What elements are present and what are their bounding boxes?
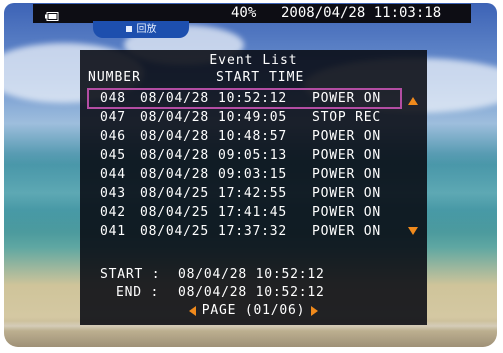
event-row[interactable]: 045 08/04/28 09:05:13 POWER ON — [80, 146, 427, 165]
event-type: POWER ON — [312, 129, 382, 144]
end-value: 08/04/28 10:52:12 — [178, 285, 325, 300]
event-type: POWER ON — [312, 224, 382, 239]
event-type: POWER ON — [312, 186, 382, 201]
event-time: 09:03:15 — [218, 167, 288, 182]
event-number: 046 — [100, 129, 126, 144]
mode-label: 回放 — [136, 24, 157, 35]
playback-mode-chip[interactable]: 回放 — [93, 21, 189, 38]
triangle-left-icon[interactable] — [188, 305, 196, 316]
event-number: 044 — [100, 167, 126, 182]
event-time: 10:52:12 — [218, 91, 288, 106]
event-date: 08/04/28 — [140, 129, 210, 144]
column-header-number: NUMBER — [88, 70, 141, 85]
page-label: PAGE (01/06) — [201, 303, 306, 318]
event-number: 047 — [100, 110, 126, 125]
event-number: 043 — [100, 186, 126, 201]
event-date: 08/04/28 — [140, 91, 210, 106]
event-row[interactable]: 043 08/04/25 17:42:55 POWER ON — [80, 184, 427, 203]
start-label: START : — [100, 267, 161, 282]
page-indicator: PAGE (01/06) — [80, 303, 427, 318]
triangle-up-icon[interactable] — [408, 97, 418, 105]
event-time: 09:05:13 — [218, 148, 288, 163]
event-date: 08/04/25 — [140, 186, 210, 201]
battery-level: 40% — [231, 5, 257, 21]
event-date: 08/04/25 — [140, 205, 210, 220]
event-number: 041 — [100, 224, 126, 239]
event-type: POWER ON — [312, 205, 382, 220]
event-type: POWER ON — [312, 148, 382, 163]
event-time: 17:37:32 — [218, 224, 288, 239]
event-number: 048 — [100, 91, 126, 106]
panel-title: Event List — [209, 53, 298, 68]
event-row[interactable]: 047 08/04/28 10:49:05 STOP REC — [80, 108, 427, 127]
event-date: 08/04/28 — [140, 110, 210, 125]
battery-icon — [45, 8, 59, 27]
event-date: 08/04/28 — [140, 148, 210, 163]
event-number: 045 — [100, 148, 126, 163]
event-type: STOP REC — [312, 110, 382, 125]
event-list-panel: Event List NUMBER START TIME 048 08/04/2… — [80, 50, 427, 325]
column-header-start-time: START TIME — [216, 70, 305, 85]
event-date: 08/04/25 — [140, 224, 210, 239]
event-type: POWER ON — [312, 91, 382, 106]
event-row[interactable]: 041 08/04/25 17:37:32 POWER ON — [80, 222, 427, 241]
event-time: 17:41:45 — [218, 205, 288, 220]
triangle-down-icon[interactable] — [408, 227, 418, 235]
event-type: POWER ON — [312, 167, 382, 182]
event-row[interactable]: 044 08/04/28 09:03:15 POWER ON — [80, 165, 427, 184]
event-row[interactable]: 048 08/04/28 10:52:12 POWER ON — [87, 88, 402, 109]
event-number: 042 — [100, 205, 126, 220]
event-time: 10:48:57 — [218, 129, 288, 144]
triangle-right-icon[interactable] — [311, 305, 319, 316]
end-label: END : — [116, 285, 160, 300]
event-row[interactable]: 046 08/04/28 10:48:57 POWER ON — [80, 127, 427, 146]
event-rows: 048 08/04/28 10:52:12 POWER ON 047 08/04… — [80, 88, 427, 241]
clock-datetime: 2008/04/28 11:03:18 — [281, 5, 442, 21]
event-time: 10:49:05 — [218, 110, 288, 125]
square-icon — [125, 26, 132, 32]
event-date: 08/04/28 — [140, 167, 210, 182]
event-time: 17:42:55 — [218, 186, 288, 201]
start-value: 08/04/28 10:52:12 — [178, 267, 325, 282]
event-row[interactable]: 042 08/04/25 17:41:45 POWER ON — [80, 203, 427, 222]
